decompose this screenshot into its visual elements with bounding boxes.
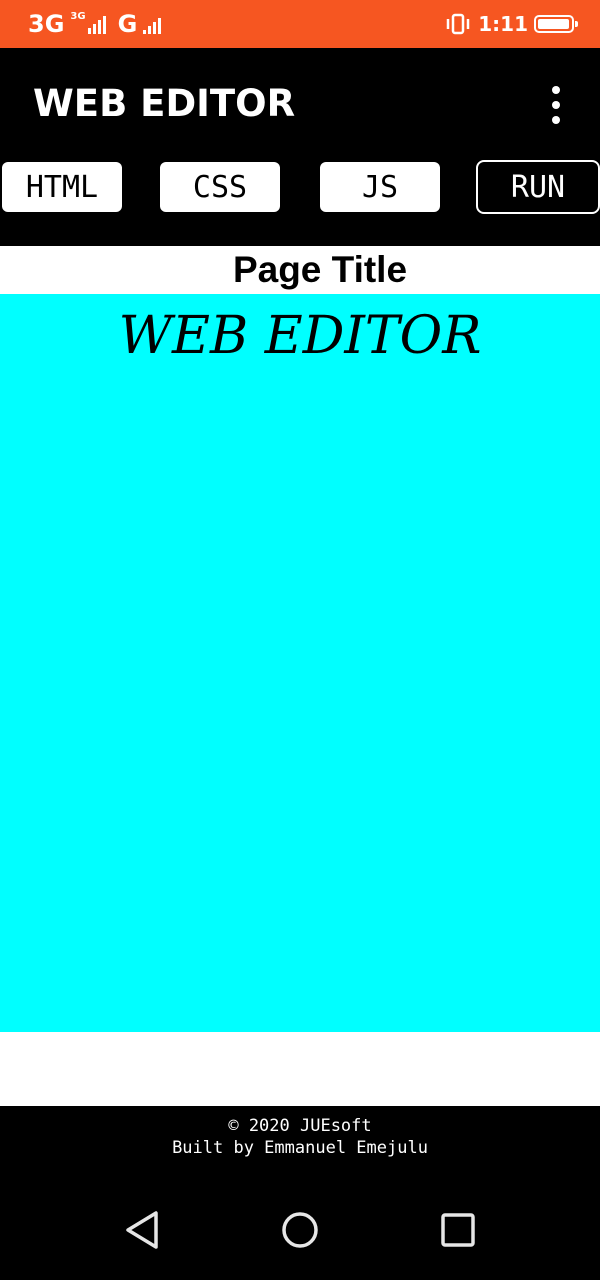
footer: © 2020 JUEsoft Built by Emmanuel Emejulu (0, 1106, 600, 1176)
signal-icon (87, 14, 106, 34)
js-tab-button[interactable]: JS (320, 162, 440, 212)
home-circle-icon[interactable] (280, 1210, 320, 1250)
more-vert-icon[interactable] (540, 86, 572, 124)
css-tab-button[interactable]: CSS (160, 162, 280, 212)
preview-blank-area (0, 1032, 600, 1106)
html-tab-button[interactable]: HTML (2, 162, 122, 212)
preview-heading: WEB EDITOR (118, 306, 482, 366)
navigation-bar (0, 1176, 600, 1280)
app-title: WEB EDITOR (33, 82, 296, 125)
status-bar: 3G 3G G 1:11 (0, 0, 600, 48)
app-bar: WEB EDITOR HTML CSS JS RUN (0, 48, 600, 246)
signal-icon-2 (143, 14, 162, 34)
preview-header: Page Title (0, 246, 600, 294)
footer-copyright: © 2020 JUEsoft (228, 1116, 372, 1136)
clock: 1:11 (478, 12, 528, 36)
network-type-3: G (117, 10, 138, 38)
battery-fill (538, 19, 569, 29)
page-title: Page Title (232, 249, 408, 290)
footer-credit: Built by Emmanuel Emejulu (172, 1138, 428, 1158)
vibrate-icon (447, 13, 470, 35)
status-left: 3G 3G G (28, 8, 162, 40)
battery-icon (534, 15, 578, 33)
back-triangle-icon[interactable] (122, 1210, 162, 1250)
network-type-2: 3G (70, 10, 86, 22)
recents-square-icon[interactable] (438, 1210, 478, 1250)
status-right: 1:11 (444, 8, 578, 40)
network-type-1: 3G (28, 10, 65, 38)
screen: 3G 3G G 1:11 WEB EDITOR HTML CSS JS RUN … (0, 0, 600, 1280)
run-button[interactable]: RUN (476, 160, 600, 214)
preview-body: WEB EDITOR (0, 294, 600, 1032)
